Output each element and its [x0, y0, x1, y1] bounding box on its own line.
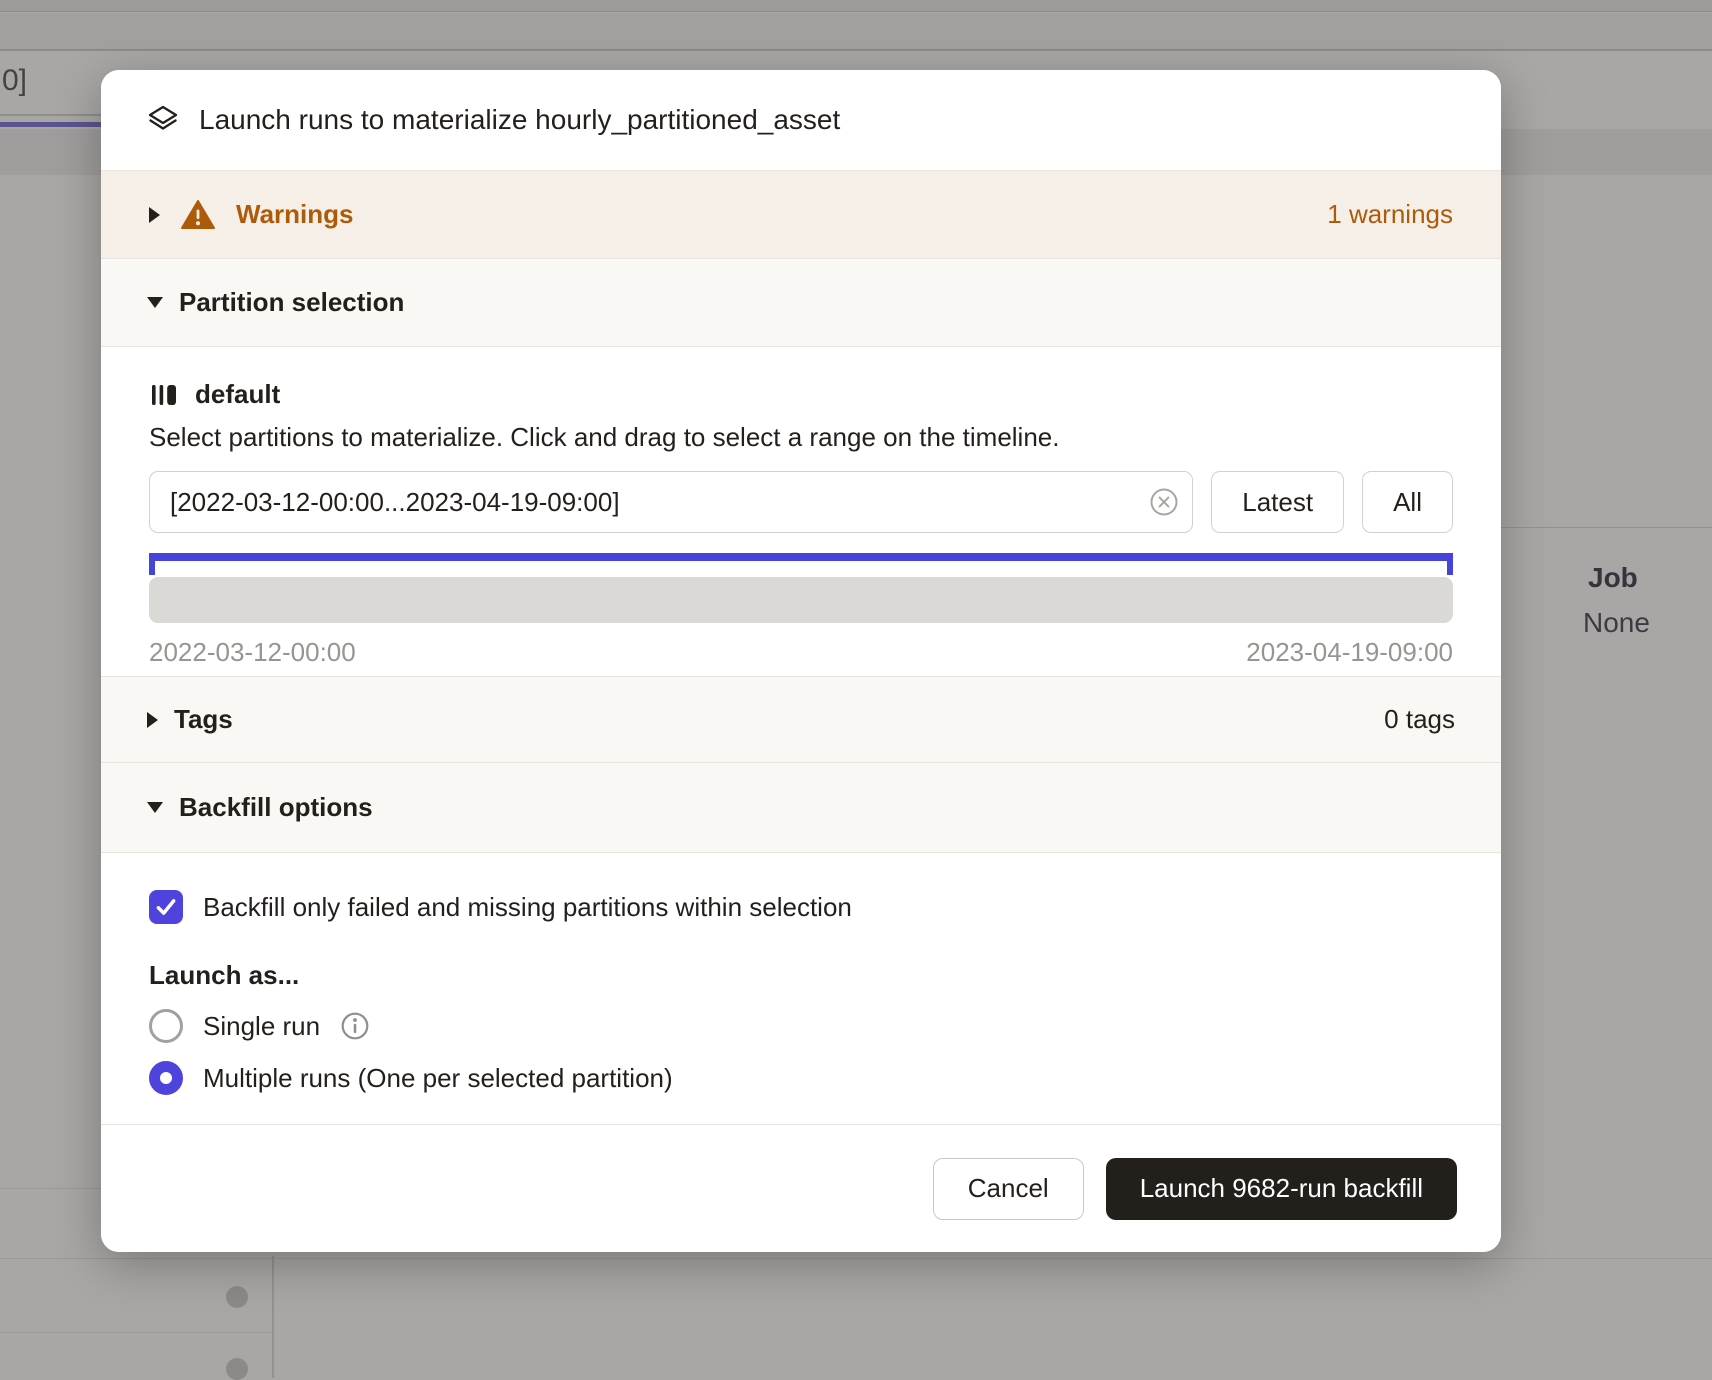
chevron-down-icon — [147, 802, 163, 813]
clear-input-icon[interactable] — [1149, 487, 1179, 517]
launch-backfill-button[interactable]: Launch 9682-run backfill — [1106, 1158, 1457, 1220]
all-button[interactable]: All — [1362, 471, 1453, 533]
partition-selection-body: default Select partitions to materialize… — [101, 346, 1501, 676]
backdrop-status-dot — [226, 1286, 248, 1308]
tags-title: Tags — [174, 704, 233, 735]
cancel-button[interactable]: Cancel — [933, 1158, 1084, 1220]
launch-backfill-dialog: Launch runs to materialize hourly_partit… — [101, 70, 1501, 1252]
radio-unchecked-icon[interactable] — [149, 1009, 183, 1043]
checkbox-checked-icon[interactable] — [149, 890, 183, 924]
asset-layers-icon — [147, 104, 179, 136]
selection-range-bracket — [149, 553, 1453, 575]
warning-triangle-icon — [180, 199, 216, 231]
partition-icon — [149, 380, 179, 410]
partition-range-input[interactable] — [149, 471, 1193, 533]
failed-missing-checkbox-row[interactable]: Backfill only failed and missing partiti… — [149, 890, 1453, 924]
dimension-row: default — [149, 379, 1453, 410]
dimension-name: default — [195, 379, 280, 410]
backdrop-right-divider — [1501, 527, 1712, 528]
partition-selection-toggle[interactable]: Partition selection — [101, 258, 1501, 346]
backdrop-job-label: Job — [1588, 562, 1638, 594]
backdrop-column-divider — [272, 1256, 274, 1378]
single-run-option[interactable]: Single run — [149, 1009, 1453, 1043]
warnings-section-toggle[interactable]: Warnings 1 warnings — [101, 170, 1501, 258]
backdrop-header-band — [0, 13, 1712, 51]
backdrop-job-value: None — [1583, 607, 1650, 639]
partition-selection-title: Partition selection — [179, 287, 404, 318]
single-run-label: Single run — [203, 1011, 320, 1042]
dialog-footer: Cancel Launch 9682-run backfill — [101, 1124, 1501, 1252]
dialog-header: Launch runs to materialize hourly_partit… — [101, 70, 1501, 170]
backdrop-divider — [0, 114, 101, 116]
chevron-right-icon — [149, 207, 160, 223]
partition-selection-description: Select partitions to materialize. Click … — [149, 422, 1453, 453]
timeline-start-label: 2022-03-12-00:00 — [149, 637, 356, 668]
chevron-down-icon — [147, 297, 163, 308]
warnings-count: 1 warnings — [1327, 199, 1453, 230]
tags-section-toggle[interactable]: Tags 0 tags — [101, 676, 1501, 762]
backdrop-partition-text: 0] — [2, 64, 27, 98]
checkbox-label: Backfill only failed and missing partiti… — [203, 892, 852, 923]
partition-range-field — [149, 471, 1193, 533]
backfill-options-toggle[interactable]: Backfill options — [101, 762, 1501, 852]
partition-timeline[interactable] — [149, 577, 1453, 623]
backdrop-row-divider — [0, 1188, 101, 1189]
multiple-runs-label: Multiple runs (One per selected partitio… — [203, 1063, 673, 1094]
backdrop-accent-line — [0, 122, 101, 127]
multiple-runs-option[interactable]: Multiple runs (One per selected partitio… — [149, 1061, 1453, 1095]
backdrop-status-dot — [226, 1358, 248, 1380]
tags-count: 0 tags — [1384, 704, 1455, 735]
dialog-title: Launch runs to materialize hourly_partit… — [199, 104, 840, 136]
timeline-labels: 2022-03-12-00:00 2023-04-19-09:00 — [149, 637, 1453, 668]
radio-checked-icon[interactable] — [149, 1061, 183, 1095]
backdrop-row-divider — [0, 1258, 1712, 1259]
launch-as-label: Launch as... — [149, 960, 1453, 991]
backfill-options-body: Backfill only failed and missing partiti… — [101, 852, 1501, 1124]
partition-range-controls: Latest All — [149, 471, 1453, 533]
chevron-right-icon — [147, 712, 158, 728]
warnings-label: Warnings — [236, 199, 1307, 230]
info-icon[interactable] — [340, 1011, 370, 1041]
backfill-options-title: Backfill options — [179, 792, 373, 823]
backdrop-row-divider — [0, 1332, 272, 1333]
latest-button[interactable]: Latest — [1211, 471, 1344, 533]
timeline-end-label: 2023-04-19-09:00 — [1246, 637, 1453, 668]
backdrop-top-bar — [0, 0, 1712, 12]
